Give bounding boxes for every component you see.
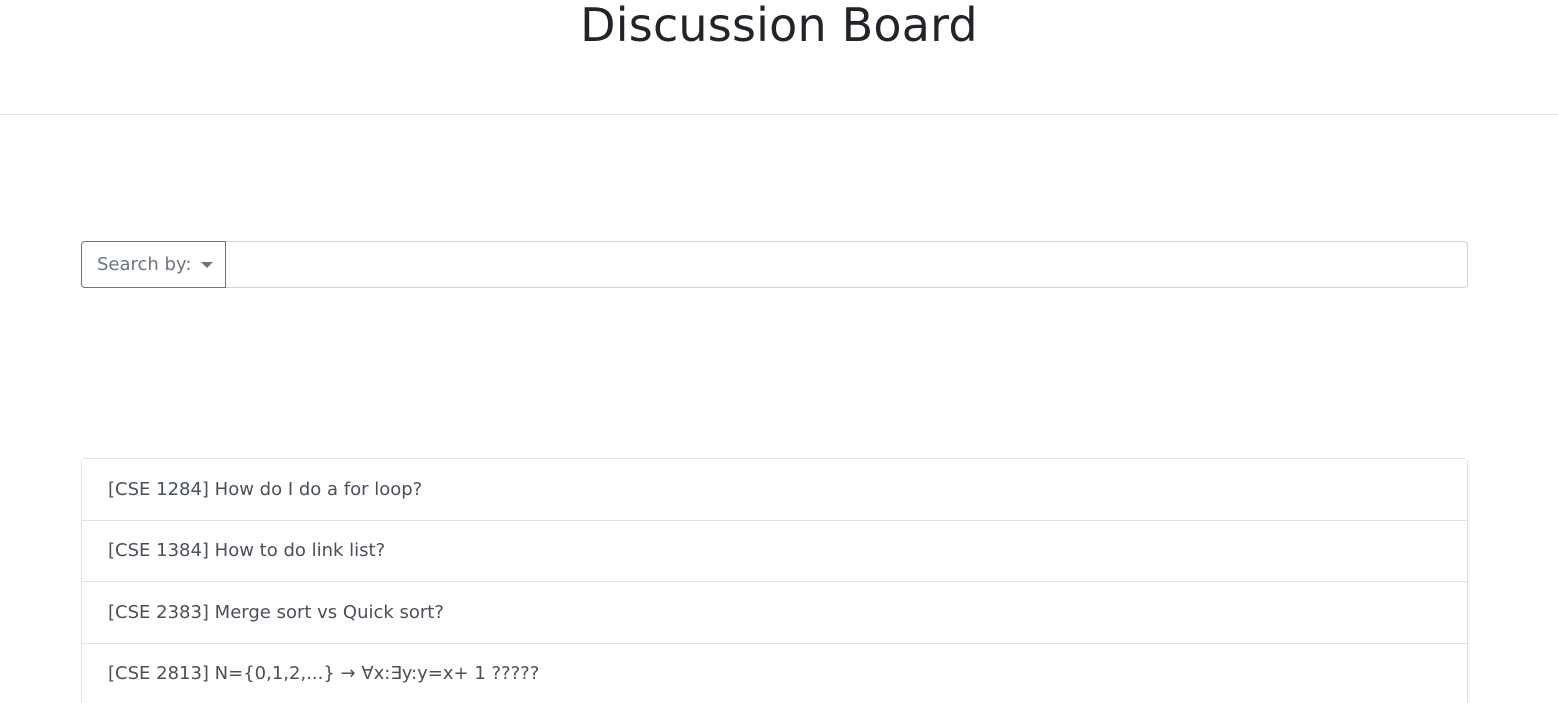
- header: Discussion Board: [0, 0, 1558, 115]
- post-title: [CSE 1384] How to do link list?: [108, 540, 386, 562]
- search-input[interactable]: [226, 241, 1468, 288]
- post-list-item[interactable]: [CSE 1384] How to do link list?: [82, 520, 1467, 582]
- page-title: Discussion Board: [580, 0, 978, 52]
- post-list-item[interactable]: [CSE 2383] Merge sort vs Quick sort?: [82, 582, 1467, 644]
- caret-down-icon: [201, 262, 214, 268]
- search-by-label: Search by:: [97, 254, 192, 275]
- post-title: [CSE 2383] Merge sort vs Quick sort?: [108, 601, 444, 623]
- search-by-dropdown-button[interactable]: Search by:: [81, 241, 226, 288]
- search-bar: Search by:: [81, 241, 1468, 288]
- post-list: [CSE 1284] How do I do a for loop? [CSE …: [81, 458, 1468, 703]
- page: Discussion Board Search by: [CSE 1284] H…: [0, 0, 1558, 703]
- post-list-item[interactable]: [CSE 1284] How do I do a for loop?: [82, 459, 1467, 521]
- post-title: [CSE 2813] N={0,1,2,...} → ∀x:∃y:y=x+ 1 …: [108, 663, 540, 685]
- post-list-item[interactable]: [CSE 2813] N={0,1,2,...} → ∀x:∃y:y=x+ 1 …: [82, 643, 1467, 703]
- post-title: [CSE 1284] How do I do a for loop?: [108, 478, 423, 500]
